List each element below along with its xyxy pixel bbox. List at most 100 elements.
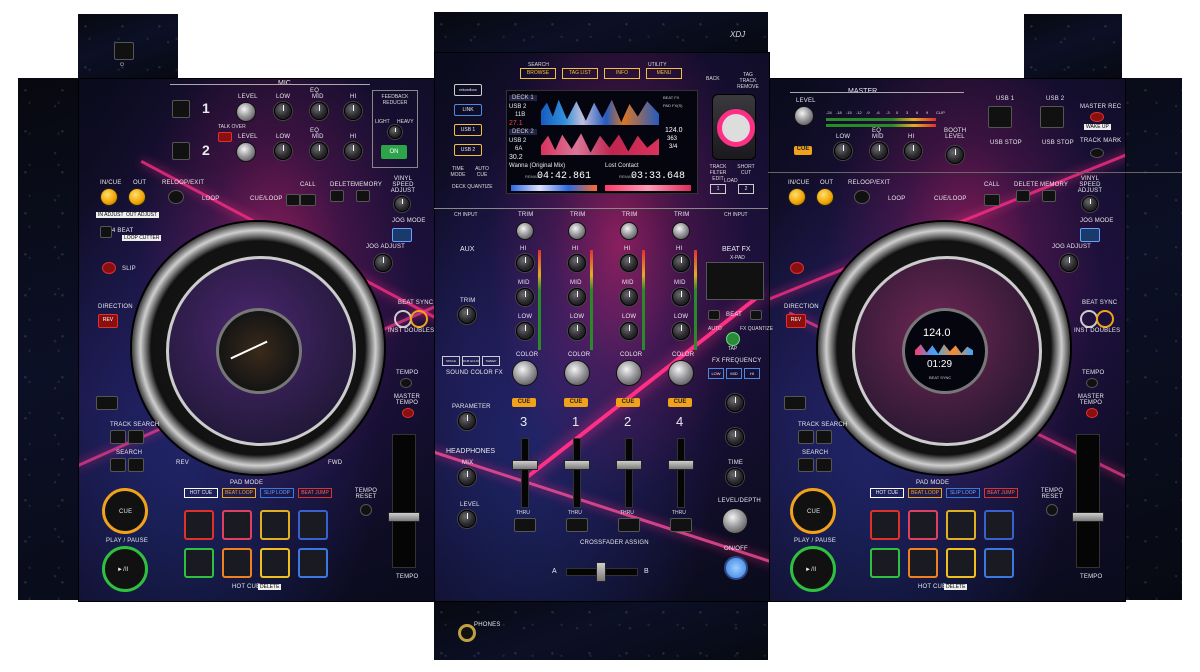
mic2-switch[interactable] [172,142,190,160]
left-search-prev[interactable] [110,458,126,472]
left-delete-button[interactable] [330,190,344,202]
ch3-fader[interactable] [512,460,538,470]
left-call-button[interactable] [300,194,316,206]
right-memory-button[interactable] [1042,190,1056,202]
left-pad-2[interactable] [222,510,252,540]
left-memory-button[interactable] [356,190,370,202]
usb1-source-button[interactable]: USB 1 [454,124,482,136]
right-pad-1[interactable] [870,510,900,540]
ch3-low-knob[interactable] [516,322,534,340]
right-pad-7[interactable] [946,548,976,578]
master-mid-knob[interactable] [870,142,888,160]
fx-time-knob[interactable] [726,468,744,486]
left-slip-loop-mode[interactable]: SLIP LOOP [260,488,294,498]
ch1-xfader-assign[interactable] [566,518,588,532]
left-cue-button[interactable]: CUE [102,488,148,534]
right-play-button[interactable]: ►/II [790,546,836,592]
right-track-search-next[interactable] [816,430,832,444]
browse-button[interactable]: BROWSE [520,68,556,79]
left-beat-jump-mode[interactable]: BEAT JUMP [298,488,332,498]
left-pad-5[interactable] [184,548,214,578]
power-button[interactable] [114,42,134,60]
ch4-fader[interactable] [668,460,694,470]
left-jog-adjust-knob[interactable] [374,254,392,272]
left-in-cue-button[interactable] [100,188,118,206]
left-pad-7[interactable] [260,548,290,578]
link-source-button[interactable]: LINK [454,104,482,116]
master-low-knob[interactable] [834,142,852,160]
left-direction-button[interactable]: REV [98,314,118,328]
fx-freq-hi[interactable]: HI [744,368,760,379]
right-call-button[interactable] [984,194,1000,206]
track-mark-button[interactable] [1090,148,1104,158]
left-4beat-button[interactable] [100,226,112,238]
right-pad-4[interactable] [984,510,1014,540]
crossfader[interactable] [596,562,606,582]
right-slip-button[interactable] [790,262,804,274]
ch1-hi-knob[interactable] [568,254,586,272]
right-master-tempo-button[interactable] [1086,408,1098,418]
right-reloop-button[interactable] [854,190,870,204]
left-pad-1[interactable] [184,510,214,540]
left-search-next[interactable] [128,458,144,472]
ch4-xfader-assign[interactable] [670,518,692,532]
right-beat-loop-mode[interactable]: BEAT LOOP [908,488,942,498]
ch2-fader[interactable] [616,460,642,470]
ch2-color-knob[interactable] [616,360,642,386]
ch2-cue-button[interactable]: CUE [616,398,640,407]
ch3-trim-knob[interactable] [516,222,534,240]
ch4-cue-button[interactable]: CUE [668,398,692,407]
right-tempo-fader[interactable] [1072,512,1104,522]
ch4-hi-knob[interactable] [672,254,690,272]
left-out-button[interactable] [128,188,146,206]
ch4-mid-knob[interactable] [672,288,690,306]
right-cue-button[interactable]: CUE [790,488,836,534]
hp-level-knob[interactable] [458,510,476,528]
right-pad-3[interactable] [946,510,976,540]
load-deck1-button[interactable]: 1 [710,184,726,194]
usb2-port[interactable] [1040,106,1064,128]
fx-type-selector[interactable] [726,394,744,412]
left-beat-loop-mode[interactable]: BEAT LOOP [222,488,256,498]
tag-list-button[interactable]: TAG LIST [562,68,598,79]
ch2-xfader-assign[interactable] [618,518,640,532]
right-jog-mode-button[interactable] [1080,228,1100,242]
left-jog-wheel[interactable] [132,222,384,474]
left-tempo-reset-button[interactable] [360,504,372,516]
ch4-trim-knob[interactable] [672,222,690,240]
ch1-fader[interactable] [564,460,590,470]
right-search-prev[interactable] [798,458,814,472]
mic1-low-knob[interactable] [274,102,292,120]
mic2-hi-knob[interactable] [344,142,362,160]
usb2-source-button[interactable]: USB 2 [454,144,482,156]
sfx-sweep-button[interactable]: SWEEP [482,356,500,366]
ch2-trim-knob[interactable] [620,222,638,240]
ch1-cue-button[interactable]: CUE [564,398,588,407]
left-tempo-fader[interactable] [388,512,420,522]
ch1-mid-knob[interactable] [568,288,586,306]
left-play-button[interactable]: ►/II [102,546,148,592]
right-inst-doubles-button[interactable] [1096,310,1114,328]
ch3-xfader-assign[interactable] [514,518,536,532]
parameter-knob[interactable] [458,412,476,430]
beat-right-button[interactable] [750,310,762,320]
left-slip-button[interactable] [102,262,116,274]
ch3-color-knob[interactable] [512,360,538,386]
talk-over-button[interactable] [218,132,232,142]
ch3-cue-button[interactable]: CUE [512,398,536,407]
feedback-on-button[interactable]: ON [381,145,407,159]
fx-on-off-button[interactable] [724,556,748,580]
usb1-port[interactable] [988,106,1012,128]
master-rec-button[interactable] [1090,112,1104,122]
mic2-low-knob[interactable] [274,142,292,160]
load-deck2-button[interactable]: 2 [738,184,754,194]
left-cue-loop-button[interactable] [286,194,300,206]
left-pad-8[interactable] [298,548,328,578]
mic1-level-knob[interactable] [236,102,256,122]
left-track-search-prev[interactable] [110,430,126,444]
ch2-hi-knob[interactable] [620,254,638,272]
master-cue-button[interactable]: CUE [794,146,812,155]
fx-channel-selector[interactable] [726,428,744,446]
right-jog-wheel[interactable]: 124.0 01:29 BEAT SYNC [818,222,1070,474]
right-vinyl-speed-knob[interactable] [1082,196,1098,212]
